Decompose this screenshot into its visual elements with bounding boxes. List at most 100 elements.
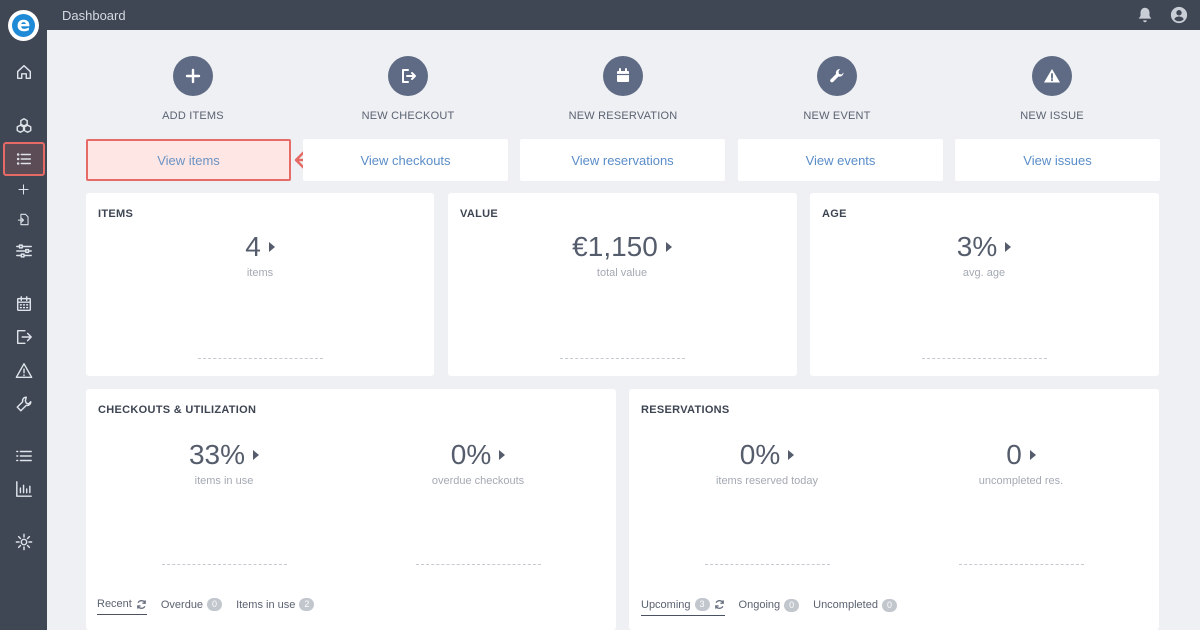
uncompleted-res-metric[interactable]: 0 uncompleted res.	[921, 439, 1121, 487]
view-reservations-button[interactable]: View reservations	[520, 139, 725, 181]
items-metric[interactable]: 4 items	[160, 231, 360, 279]
metric-value: 0%	[450, 439, 492, 470]
user-avatar-icon[interactable]	[1170, 6, 1188, 24]
quick-action-new-event[interactable]: NEW EVENT	[757, 56, 917, 122]
tab-label: Uncompleted	[813, 599, 878, 611]
count-badge: 2	[299, 598, 315, 611]
quick-action-new-checkout[interactable]: NEW CHECKOUT	[328, 56, 488, 122]
sign-out-icon[interactable]	[0, 322, 47, 352]
quick-action-label: NEW EVENT	[803, 110, 871, 122]
checkouts-tabs: Recent Overdue 0 Items in use 2	[97, 598, 315, 615]
card-title: CHECKOUTS & UTILIZATION	[98, 404, 257, 416]
quick-action-label: NEW RESERVATION	[568, 110, 678, 122]
app-logo[interactable]: e	[8, 10, 39, 41]
metric-label: uncompleted res.	[978, 475, 1064, 487]
placeholder-dashes	[959, 564, 1084, 565]
cubes-icon[interactable]	[0, 111, 47, 141]
tab-uncompleted[interactable]: Uncompleted 0	[813, 598, 897, 616]
view-items-button[interactable]: View items	[86, 139, 291, 181]
count-badge: 0	[207, 598, 223, 611]
card-title: AGE	[822, 208, 847, 220]
placeholder-dashes	[162, 564, 287, 565]
home-icon[interactable]	[0, 57, 47, 87]
calendar-icon	[617, 68, 629, 82]
placeholder-dashes	[198, 358, 323, 359]
metric-label: items	[246, 267, 274, 279]
refresh-icon[interactable]	[714, 599, 725, 610]
view-events-button[interactable]: View events	[738, 139, 943, 181]
metric-value: 3%	[956, 231, 998, 262]
caret-right-icon	[253, 450, 260, 460]
page-title: Dashboard	[62, 8, 126, 23]
card-title: ITEMS	[98, 208, 134, 220]
reservations-tabs: Upcoming 3 Ongoing 0 Uncompleted 0	[641, 598, 897, 616]
metric-value: 0%	[739, 439, 781, 470]
warning-icon[interactable]	[0, 356, 47, 386]
tab-ongoing[interactable]: Ongoing 0	[739, 598, 800, 616]
tab-upcoming[interactable]: Upcoming 3	[641, 598, 725, 616]
calendar-icon[interactable]	[0, 289, 47, 319]
caret-right-icon	[665, 242, 672, 252]
metric-label: overdue checkouts	[431, 475, 525, 487]
import-file-icon[interactable]	[0, 204, 47, 234]
value-card: VALUE €1,150 total value	[448, 193, 797, 376]
count-badge: 0	[881, 598, 897, 612]
bell-icon[interactable]	[1136, 6, 1154, 24]
view-checkouts-button[interactable]: View checkouts	[303, 139, 508, 181]
tab-items-in-use[interactable]: Items in use 2	[236, 598, 315, 615]
age-card: AGE 3% avg. age	[810, 193, 1159, 376]
refresh-icon[interactable]	[136, 599, 147, 610]
wrench-icon	[830, 68, 844, 83]
overdue-checkouts-metric[interactable]: 0% overdue checkouts	[378, 439, 578, 487]
placeholder-dashes	[705, 564, 830, 565]
gear-icon[interactable]	[0, 527, 47, 557]
tab-label: Overdue	[160, 598, 204, 611]
placeholder-dashes	[560, 358, 685, 359]
checkouts-card: CHECKOUTS & UTILIZATION 33% items in use…	[86, 389, 616, 630]
tab-recent[interactable]: Recent	[97, 598, 147, 615]
metric-label: total value	[596, 267, 648, 279]
sign-out-icon	[402, 69, 416, 83]
warning-icon	[1044, 69, 1060, 83]
qa-circle[interactable]	[1032, 56, 1072, 96]
quick-action-new-issue[interactable]: NEW ISSUE	[972, 56, 1132, 122]
metric-label: items reserved today	[715, 475, 819, 487]
card-title: RESERVATIONS	[641, 404, 730, 416]
bar-chart-icon[interactable]	[0, 474, 47, 504]
placeholder-dashes	[922, 358, 1047, 359]
metric-label: avg. age	[962, 267, 1006, 279]
items-card: ITEMS 4 items	[86, 193, 434, 376]
plus-icon	[185, 68, 201, 84]
count-badge: 0	[784, 598, 800, 612]
qa-circle[interactable]	[817, 56, 857, 96]
caret-right-icon	[268, 242, 275, 252]
metric-value: 0	[1006, 439, 1022, 470]
wrench-icon[interactable]	[0, 389, 47, 419]
card-title: VALUE	[460, 208, 498, 220]
qa-circle[interactable]	[603, 56, 643, 96]
sliders-icon[interactable]	[0, 236, 47, 266]
tab-label: Upcoming	[641, 598, 691, 611]
value-metric[interactable]: €1,150 total value	[522, 231, 722, 279]
caret-right-icon	[1029, 450, 1036, 460]
qa-circle[interactable]	[173, 56, 213, 96]
top-bar: Dashboard	[47, 0, 1200, 30]
items-reserved-today-metric[interactable]: 0% items reserved today	[667, 439, 867, 487]
list-icon[interactable]	[0, 144, 47, 174]
quick-action-new-reservation[interactable]: NEW RESERVATION	[543, 56, 703, 122]
placeholder-dashes	[416, 564, 541, 565]
qa-circle[interactable]	[388, 56, 428, 96]
reservations-card: RESERVATIONS 0% items reserved today 0 u…	[629, 389, 1159, 630]
quick-action-label: NEW CHECKOUT	[361, 110, 455, 122]
list-lines-icon[interactable]	[0, 441, 47, 471]
view-issues-button[interactable]: View issues	[955, 139, 1160, 181]
quick-action-add-items[interactable]: ADD ITEMS	[113, 56, 273, 122]
tab-label: Items in use	[236, 598, 296, 611]
plus-icon[interactable]	[0, 174, 47, 204]
quick-action-label: NEW ISSUE	[1020, 110, 1084, 122]
caret-right-icon	[1005, 242, 1012, 252]
items-in-use-metric[interactable]: 33% items in use	[124, 439, 324, 487]
age-metric[interactable]: 3% avg. age	[884, 231, 1084, 279]
tab-label: Recent	[97, 598, 132, 610]
tab-overdue[interactable]: Overdue 0	[160, 598, 223, 615]
